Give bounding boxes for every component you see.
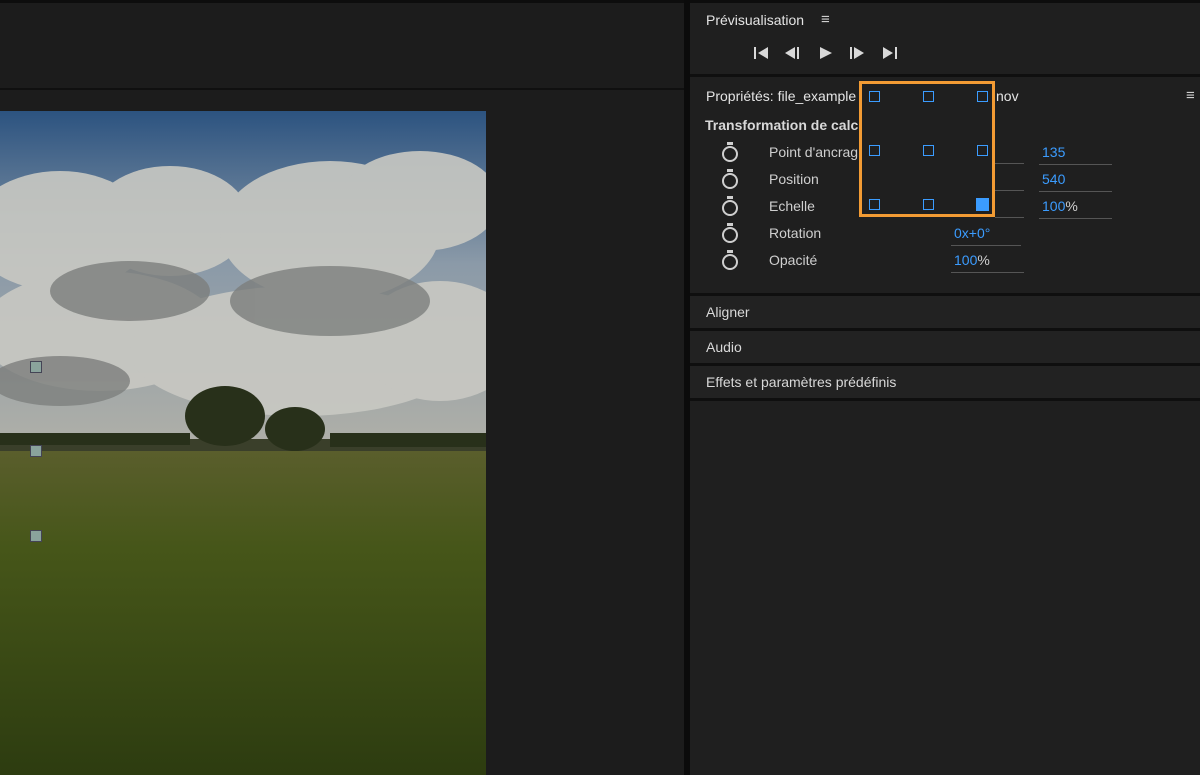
properties-title: Propriétés: file_example (706, 88, 857, 104)
stopwatch-icon[interactable] (722, 250, 738, 270)
landscape-image (0, 111, 486, 775)
step-forward-button[interactable] (849, 45, 865, 66)
step-back-button[interactable] (784, 45, 800, 66)
play-icon (820, 47, 832, 59)
step-back-icon (785, 47, 799, 59)
preview-title: Prévisualisation (706, 12, 805, 28)
scale-number: 100 (1042, 198, 1066, 214)
transform-handle-top[interactable] (30, 361, 42, 373)
align-panel-header[interactable]: Aligner (690, 296, 1200, 328)
stopwatch-icon[interactable] (722, 142, 738, 162)
scale-line (995, 217, 1024, 218)
anchor-bottom-left[interactable] (869, 199, 880, 210)
position-value[interactable]: 540 (1039, 169, 1112, 192)
scale-unit: % (1065, 198, 1078, 214)
align-panel-label: Aligner (706, 304, 750, 320)
opacity-number: 100 (954, 252, 978, 268)
preview-menu-icon[interactable]: ≡ (821, 11, 830, 28)
scale-value[interactable]: 100% (1039, 196, 1112, 219)
opacity-value[interactable]: 100% (951, 250, 1024, 273)
anchor-top-center[interactable] (923, 91, 934, 102)
opacity-label: Opacité (769, 252, 818, 268)
properties-menu-icon[interactable]: ≡ (1186, 87, 1195, 104)
go-to-end-icon (883, 47, 897, 59)
rotation-label: Rotation (769, 225, 822, 241)
effects-panel-label: Effets et paramètres prédéfinis (706, 374, 897, 390)
anchor-top-right[interactable] (977, 91, 988, 102)
go-to-start-icon (754, 47, 768, 59)
anchor-bottom-right-selected[interactable] (976, 198, 989, 211)
rotation-number: 0x+0° (954, 225, 991, 241)
viewer-image[interactable] (0, 111, 486, 775)
anchor-bottom-center[interactable] (923, 199, 934, 210)
rotation-value[interactable]: 0x+0° (951, 223, 1021, 246)
audio-panel-label: Audio (706, 339, 742, 355)
go-to-end-button[interactable] (882, 45, 898, 66)
opacity-unit: % (977, 252, 990, 268)
viewer-separator (0, 88, 684, 90)
anchor-center[interactable] (923, 145, 934, 156)
effects-separator (690, 398, 1200, 401)
anchor-point-number: 135 (1042, 144, 1066, 160)
stopwatch-icon[interactable] (722, 223, 738, 243)
anchor-point-value[interactable]: 135 (1039, 142, 1112, 165)
transform-handle-bottom[interactable] (30, 530, 42, 542)
play-button[interactable] (818, 45, 834, 66)
position-number: 540 (1042, 171, 1066, 187)
audio-panel-header[interactable]: Audio (690, 331, 1200, 363)
effects-panel-header[interactable]: Effets et paramètres prédéfinis (690, 366, 1200, 398)
anchor-point-line (995, 163, 1024, 164)
anchor-point-label: Point d'ancrag (769, 144, 859, 160)
transform-handle-middle[interactable] (30, 445, 42, 457)
stopwatch-icon[interactable] (722, 169, 738, 189)
anchor-top-left[interactable] (869, 91, 880, 102)
position-label: Position (769, 171, 819, 187)
transform-section-title[interactable]: Transformation de calc (705, 117, 858, 133)
step-forward-icon (850, 47, 864, 59)
anchor-middle-left[interactable] (869, 145, 880, 156)
scale-label: Echelle (769, 198, 815, 214)
stopwatch-icon[interactable] (722, 196, 738, 216)
go-to-start-button[interactable] (753, 45, 769, 66)
anchor-middle-right[interactable] (977, 145, 988, 156)
position-line (995, 190, 1024, 191)
preview-separator (690, 74, 1200, 77)
properties-title-suffix: nov (996, 88, 1019, 104)
